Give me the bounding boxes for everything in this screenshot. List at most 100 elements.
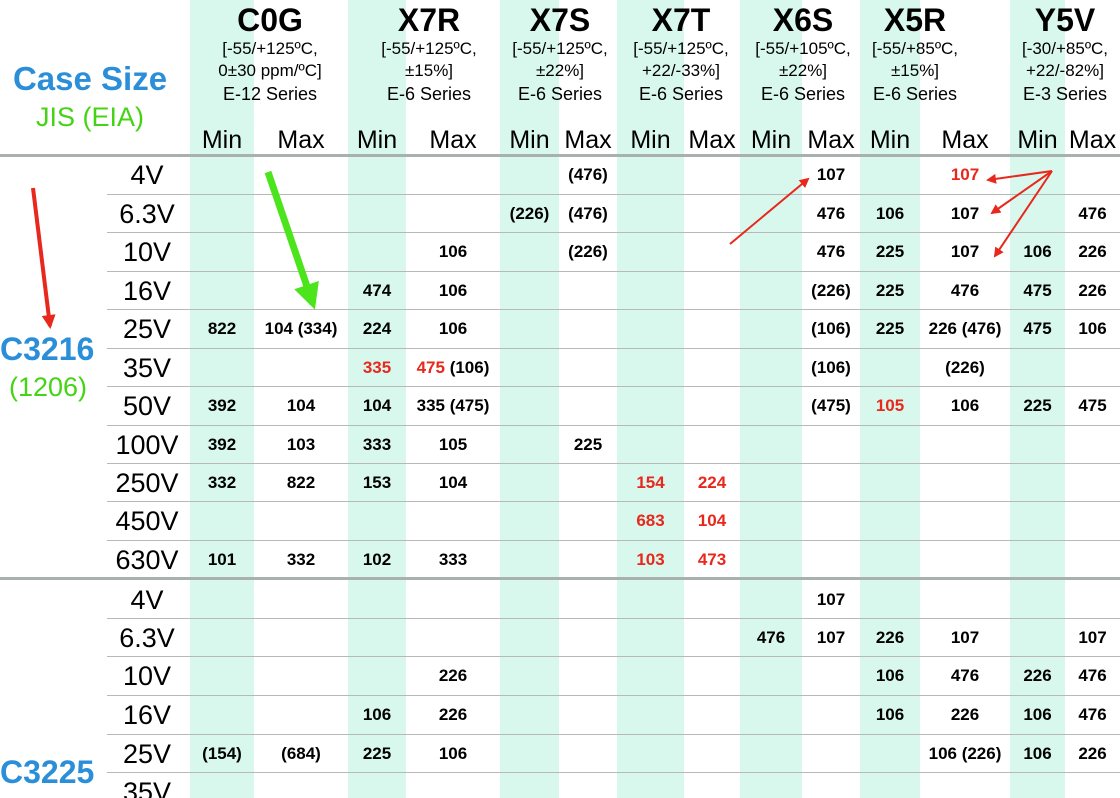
series-label: E-6 Series xyxy=(638,84,724,104)
capacitance-value: 103 xyxy=(286,435,316,454)
capacitance-value: 332 xyxy=(286,550,316,569)
capacitance-value: 822 xyxy=(207,319,237,338)
max-header: Max xyxy=(277,126,325,154)
capacitance-code: 392 xyxy=(190,426,254,464)
capacitance-value: 107 xyxy=(950,628,980,647)
capacitance-value: 224 xyxy=(362,319,392,338)
capacitance-code: 476 xyxy=(920,657,1010,695)
dielectric-name: Y5V xyxy=(1034,2,1096,38)
capacitance-code: (475) xyxy=(802,387,860,425)
capacitance-value: 822 xyxy=(286,473,316,492)
capacitance-value: 332 xyxy=(207,473,237,492)
capacitance-code: 476 xyxy=(920,272,1010,310)
capacitance-code: 106 xyxy=(1010,735,1065,773)
min-header: Min xyxy=(750,126,792,154)
capacitance-code: 154 xyxy=(617,464,684,502)
temperature-range: [-55/+125ºC, xyxy=(381,39,477,58)
dielectric-header: X7S [-55/+125ºC, ±22%] E-6 Series xyxy=(500,4,620,103)
capacitance-value: 107 xyxy=(816,165,846,184)
capacitance-value: 103 xyxy=(636,550,665,569)
capacitance-code: 475 xyxy=(1010,310,1065,348)
capacitance-code: (684) xyxy=(254,735,348,773)
capacitance-code: 224 xyxy=(348,310,406,348)
capacitance-code: (226) xyxy=(802,272,860,310)
voltage-label: 100V xyxy=(115,430,179,460)
capacitance-code: (476) xyxy=(559,195,617,233)
capacitance-code: (106) xyxy=(802,349,860,387)
voltage-label: 16V xyxy=(122,276,172,306)
capacitance-code: 335 (475) xyxy=(386,387,520,425)
tolerance: ±15%] xyxy=(404,61,454,80)
capacitance-value: 226 xyxy=(1078,242,1107,261)
capacitance-value: 106 xyxy=(1023,242,1052,261)
column-shade xyxy=(740,0,802,798)
capacitance-code: 107 xyxy=(802,581,860,619)
capacitance-value: 476 xyxy=(816,242,846,261)
capacitance-value: (226) xyxy=(811,281,851,300)
capacitance-code: 476 xyxy=(802,195,860,233)
min-header: Min xyxy=(356,126,398,154)
capacitance-code: (476) xyxy=(559,156,617,194)
capacitance-code: (226) xyxy=(920,349,1010,387)
capacitance-value: 476 xyxy=(1078,666,1107,685)
capacitance-value: 475 xyxy=(1023,281,1052,300)
capacitance-value: 225 xyxy=(875,281,905,300)
capacitance-code: 103 xyxy=(254,426,348,464)
capacitance-value: 225 xyxy=(1023,396,1052,415)
capacitance-value: 226 xyxy=(1023,666,1052,685)
capacitance-code: 476 xyxy=(1065,696,1120,734)
capacitance-value: 106 xyxy=(875,204,905,223)
capacitance-value: 106 xyxy=(362,705,392,724)
capacitance-value: 107 xyxy=(950,204,980,223)
dielectric-name: X7T xyxy=(651,2,711,38)
capacitance-value: 107 xyxy=(950,242,980,261)
capacitance-value: 107 xyxy=(816,590,846,609)
capacitance-value: 476 xyxy=(756,628,786,647)
capacitance-code: 474 xyxy=(348,272,406,310)
capacitance-code: 226 xyxy=(1065,272,1120,310)
capacitance-code: 226 xyxy=(1065,735,1120,773)
tolerance: ±22%] xyxy=(535,61,585,80)
capacitance-code: 107 xyxy=(920,156,1010,194)
capacitance-value: 335 (475) xyxy=(416,396,490,415)
capacitance-value: (475) xyxy=(811,396,851,415)
capacitance-value: 154 xyxy=(636,473,665,492)
capacitance-extra: (106) xyxy=(444,358,490,377)
capacitance-code: 476 xyxy=(740,619,802,657)
min-header: Min xyxy=(869,126,911,154)
capacitance-code: 392 xyxy=(190,387,254,425)
capacitance-value: 475 xyxy=(1023,319,1052,338)
capacitance-value: (684) xyxy=(281,744,321,763)
capacitance-code: 106 xyxy=(348,696,406,734)
tolerance: ±15%] xyxy=(890,61,940,80)
capacitance-code: (226) xyxy=(559,233,617,271)
capacitance-code: 226 xyxy=(406,657,500,695)
capacitance-code: 226 xyxy=(920,696,1010,734)
capacitance-code: 153 xyxy=(348,464,406,502)
capacitance-value: 392 xyxy=(207,435,237,454)
max-header: Max xyxy=(807,126,855,154)
capacitance-code: 476 xyxy=(802,233,860,271)
capacitance-value: 105 xyxy=(438,435,468,454)
tolerance: 0±30 ppm/ºC] xyxy=(218,61,322,80)
capacitance-value: 104 xyxy=(286,396,316,415)
column-shade xyxy=(617,0,684,798)
capacitance-code: 104 xyxy=(254,387,348,425)
capacitance-code: 106 xyxy=(860,657,920,695)
capacitance-code: 476 xyxy=(1065,195,1120,233)
capacitance-value: 106 xyxy=(950,396,980,415)
voltage-label: 250V xyxy=(115,468,179,498)
capacitance-code: 104 xyxy=(684,502,740,540)
capacitance-code: 475 xyxy=(1010,272,1065,310)
capacitance-code: 225 xyxy=(860,233,920,271)
series-label: E-12 Series xyxy=(222,84,318,104)
capacitance-code: 683 xyxy=(617,502,684,540)
capacitance-value: 104 xyxy=(697,511,727,530)
voltage-label: 630V xyxy=(115,545,179,575)
voltage-label: 35V xyxy=(122,353,172,383)
dielectric-header: X7R [-55/+125ºC, ±15%] E-6 Series xyxy=(364,4,494,103)
capacitance-code: 107 xyxy=(920,233,1010,271)
capacitance-code: 226 xyxy=(860,619,920,657)
voltage-label: 10V xyxy=(122,237,172,267)
capacitance-code: (226) xyxy=(500,195,559,233)
